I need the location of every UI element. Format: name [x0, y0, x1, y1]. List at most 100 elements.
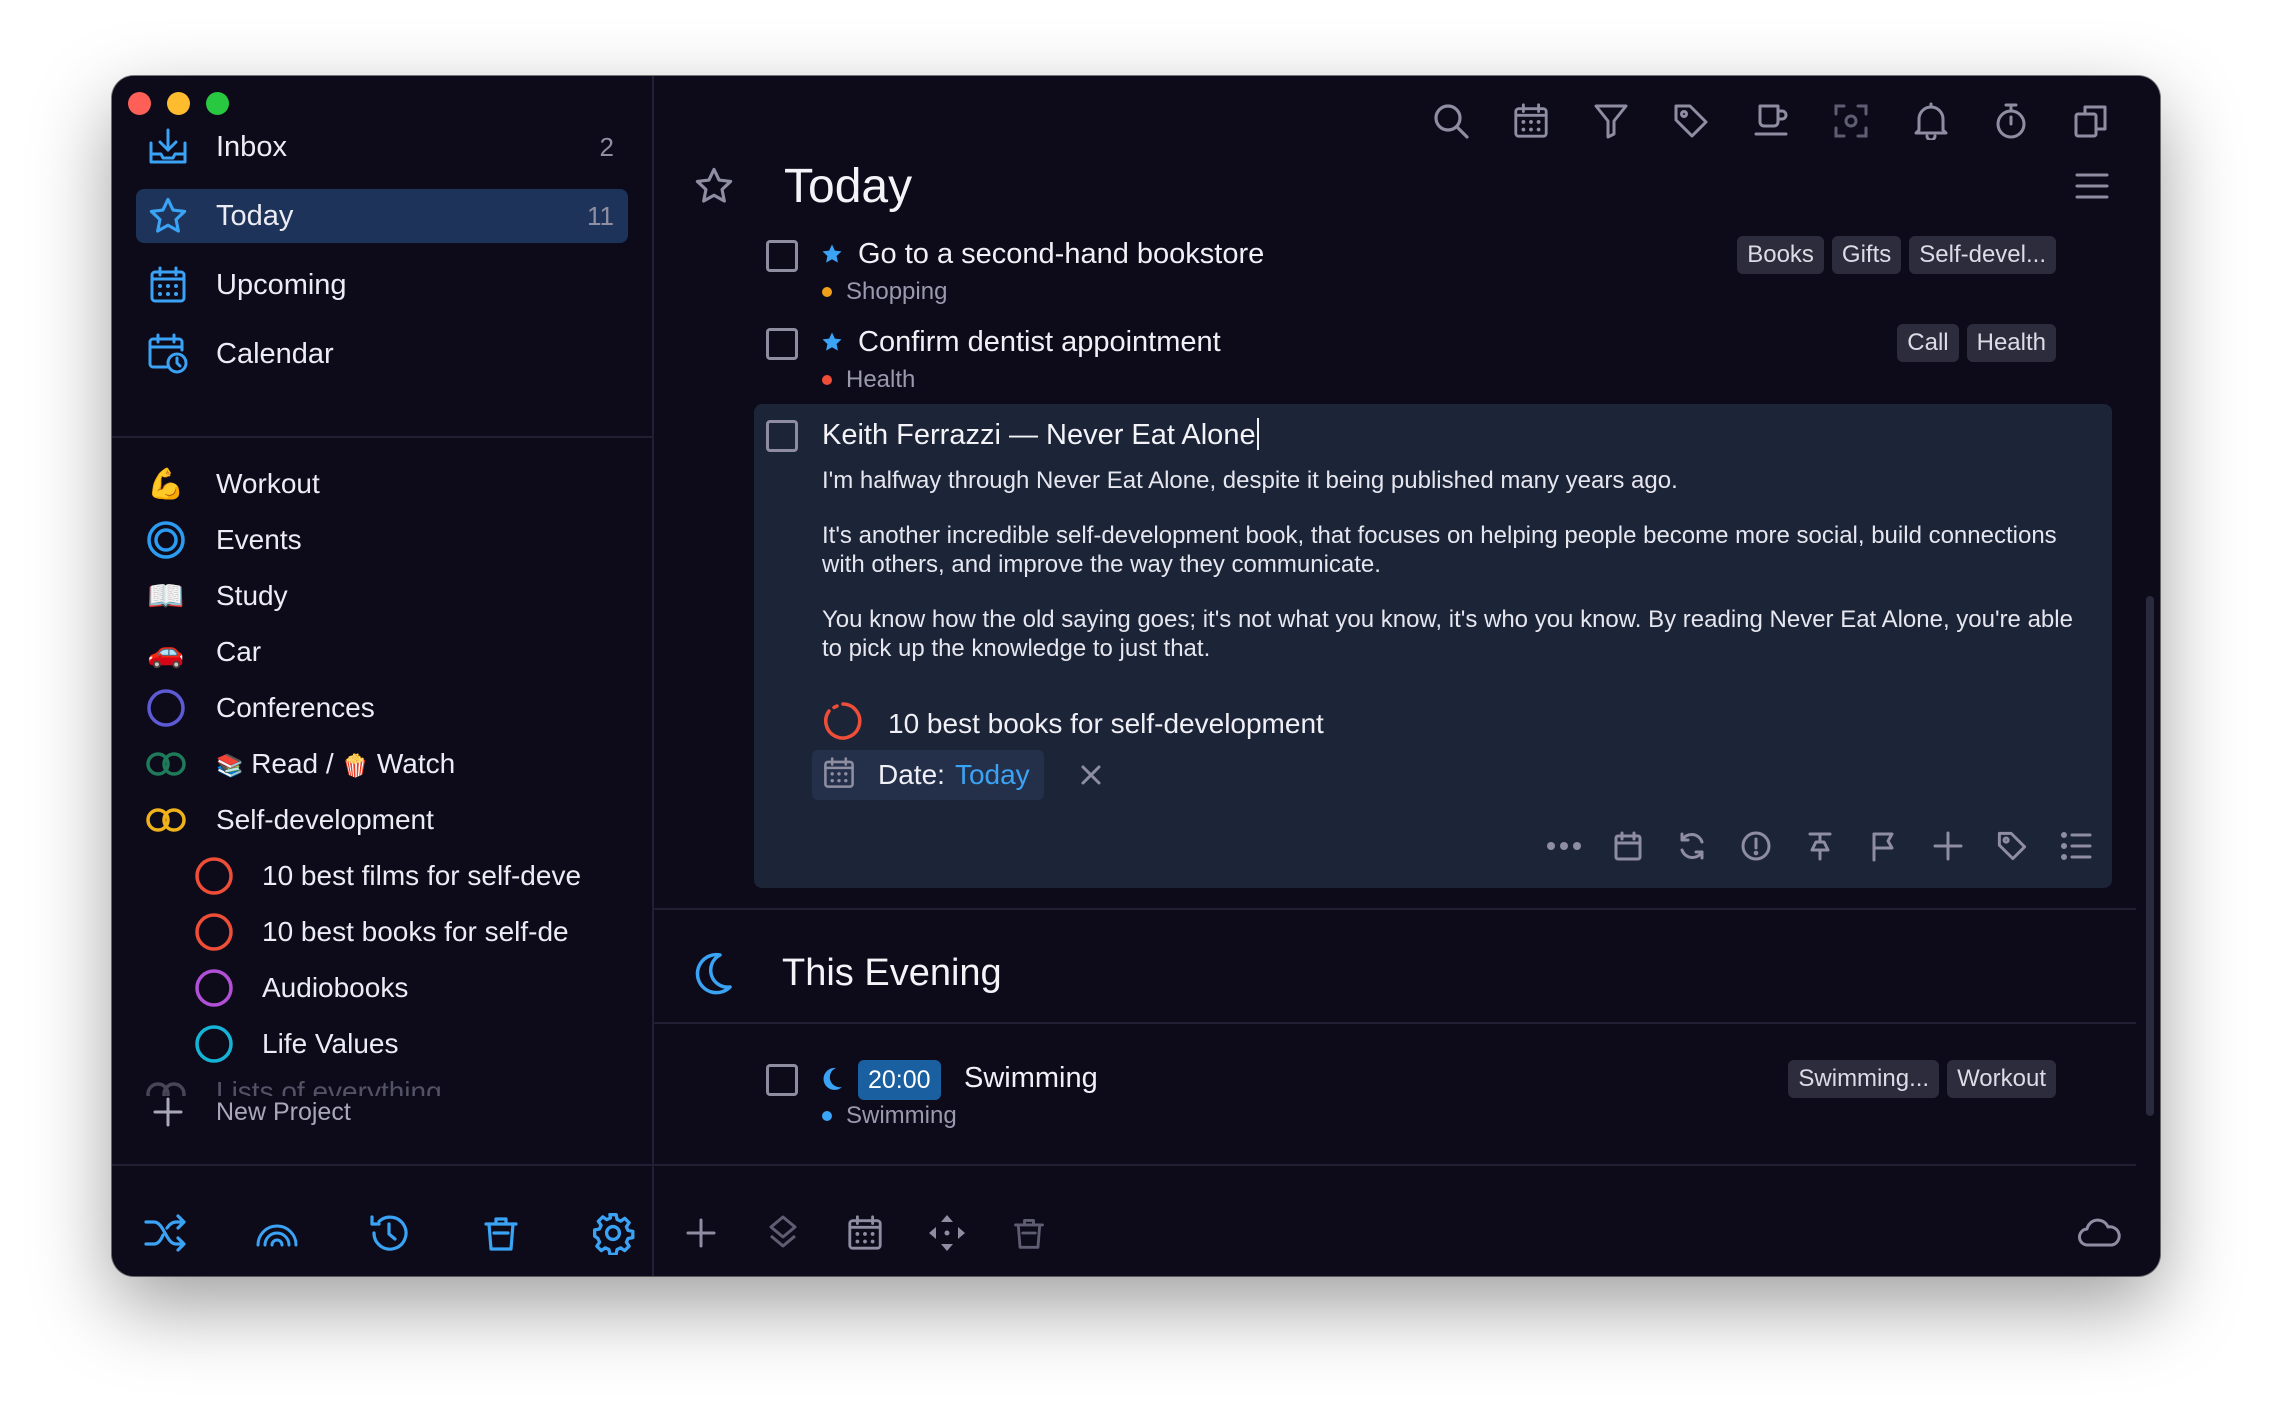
filter-icon[interactable] [1582, 92, 1640, 150]
sidebar-project-workout[interactable]: 💪 Workout [136, 458, 636, 510]
circle-icon [190, 852, 238, 900]
tag-chip[interactable]: Workout [1947, 1060, 2056, 1098]
calendar-clock-icon [144, 330, 192, 378]
sidebar-project-audiobooks[interactable]: Audiobooks [136, 962, 636, 1014]
sidebar-toolbar [136, 1204, 642, 1262]
coffee-break-icon[interactable] [1742, 92, 1800, 150]
add-task-icon[interactable] [672, 1204, 730, 1262]
task-checkbox[interactable] [766, 328, 798, 360]
sidebar-project-label: 10 best films for self-deve [262, 860, 582, 891]
task-tags: Books Gifts Self-devel... [1737, 236, 2056, 274]
task-detail-panel: Keith Ferrazzi — Never Eat Alone I'm hal… [754, 404, 2112, 888]
books-emoji: 📚 [216, 753, 244, 778]
sidebar-project-events[interactable]: Events [136, 514, 636, 566]
rainbow-icon[interactable] [248, 1204, 306, 1262]
close-icon[interactable] [1072, 756, 1110, 794]
focus-scan-icon[interactable] [1822, 92, 1880, 150]
sidebar-project-study[interactable]: 📖 Study [136, 570, 636, 622]
notes-paragraph: It's another incredible self-development… [822, 522, 2057, 578]
calendar-icon[interactable] [1606, 824, 1650, 868]
task-checkbox[interactable] [766, 240, 798, 272]
page-header: Today [654, 148, 912, 224]
tag-icon[interactable] [1662, 92, 1720, 150]
priority-icon[interactable] [1734, 824, 1778, 868]
task-title-input[interactable]: Keith Ferrazzi — Never Eat Alone [822, 418, 1259, 452]
task-project-selector[interactable]: 10 best books for self-development [822, 700, 1324, 747]
more-dots-icon[interactable] [1542, 824, 1586, 868]
tag-chip[interactable]: Health [1966, 324, 2056, 362]
star-icon [684, 156, 744, 216]
calendar-grid-icon[interactable] [1502, 92, 1560, 150]
checklist-icon[interactable] [2054, 824, 2098, 868]
open-book-emoji: 📖 [147, 579, 185, 613]
sidebar-project-self-development[interactable]: Self-development [136, 794, 636, 846]
scrollbar[interactable] [2146, 596, 2154, 1116]
popcorn-emoji: 🍿 [341, 753, 369, 778]
tag-chip[interactable]: Gifts [1831, 236, 1902, 274]
layers-icon[interactable] [754, 1204, 812, 1262]
section-divider [654, 1022, 2136, 1024]
sidebar-project-label: Audiobooks [262, 972, 409, 1003]
settings-gear-icon[interactable] [584, 1204, 642, 1262]
duplicate-window-icon[interactable] [2062, 92, 2120, 150]
hamburger-menu-icon[interactable] [2066, 160, 2118, 212]
trash-icon[interactable] [472, 1204, 530, 1262]
repeat-icon[interactable] [1670, 824, 1714, 868]
sidebar-project-label: 10 best books for self-de [262, 916, 569, 947]
new-project-button[interactable]: New Project [136, 1086, 351, 1138]
sidebar-item-inbox[interactable]: Inbox 2 [136, 120, 628, 174]
task-title: Go to a second-hand bookstore [858, 238, 1265, 270]
cloud-sync-icon[interactable] [2070, 1204, 2128, 1262]
bottom-toolbar [672, 1204, 1058, 1262]
sidebar-project-label: Conferences [216, 692, 375, 723]
flag-icon[interactable] [1862, 824, 1906, 868]
trash-icon[interactable] [1000, 1204, 1058, 1262]
text-caret [1256, 418, 1259, 450]
plus-icon [144, 1088, 192, 1136]
sidebar-project-life-values[interactable]: Life Values [136, 1018, 636, 1070]
task-project: Swimming [822, 1102, 957, 1130]
sidebar-project-conferences[interactable]: Conferences [136, 682, 636, 734]
task-checkbox[interactable] [766, 420, 798, 452]
task-checkbox[interactable] [766, 1064, 798, 1096]
move-icon[interactable] [1926, 824, 1970, 868]
task-notes[interactable]: I'm halfway through Never Eat Alone, des… [822, 466, 2082, 689]
shuffle-icon[interactable] [136, 1204, 194, 1262]
moon-icon [686, 945, 742, 1001]
sidebar-divider [112, 436, 652, 438]
calendar-grid-icon [144, 261, 192, 309]
project-color-dot [822, 375, 832, 385]
circle-icon [190, 908, 238, 956]
pin-icon[interactable] [1798, 824, 1842, 868]
search-icon[interactable] [1422, 92, 1480, 150]
sidebar-project-label: Self-development [216, 804, 434, 835]
move-arrows-icon[interactable] [918, 1204, 976, 1262]
sidebar-project-read-watch[interactable]: 📚 Read / 🍿 Watch [136, 738, 636, 790]
tag-chip[interactable]: Swimming... [1788, 1060, 1940, 1098]
calendar-grid-icon[interactable] [836, 1204, 894, 1262]
zoom-window-button[interactable] [206, 92, 229, 115]
moon-filled-icon [818, 1064, 846, 1092]
sidebar-project-label: Life Values [262, 1028, 399, 1059]
sidebar-project-best-books[interactable]: 10 best books for self-de [136, 906, 636, 958]
tag-chip[interactable]: Books [1737, 236, 1824, 274]
sidebar-item-upcoming[interactable]: Upcoming [136, 258, 628, 312]
date-value: Today [954, 759, 1030, 790]
sidebar-project-best-films[interactable]: 10 best films for self-deve [136, 850, 636, 902]
app-window: Inbox 2 Today 11 Upcoming Calendar 💪 Wor… [112, 76, 2160, 1276]
notes-paragraph: I'm halfway through Never Eat Alone, des… [822, 467, 1678, 494]
stopwatch-icon[interactable] [1982, 92, 2040, 150]
history-icon[interactable] [360, 1204, 418, 1262]
bell-icon[interactable] [1902, 92, 1960, 150]
sidebar-project-car[interactable]: 🚗 Car [136, 626, 636, 678]
date-chip[interactable]: Date: Today [812, 750, 1044, 800]
sidebar-item-today[interactable]: Today 11 [136, 189, 628, 243]
close-window-button[interactable] [128, 92, 151, 115]
tag-chip[interactable]: Self-devel... [1909, 236, 2056, 274]
sidebar-item-calendar[interactable]: Calendar [136, 327, 628, 381]
minimize-window-button[interactable] [167, 92, 190, 115]
sidebar-item-label: Today [216, 199, 294, 232]
tag-icon[interactable] [1990, 824, 2034, 868]
task-tags: Swimming... Workout [1788, 1060, 2056, 1098]
tag-chip[interactable]: Call [1897, 324, 1959, 362]
